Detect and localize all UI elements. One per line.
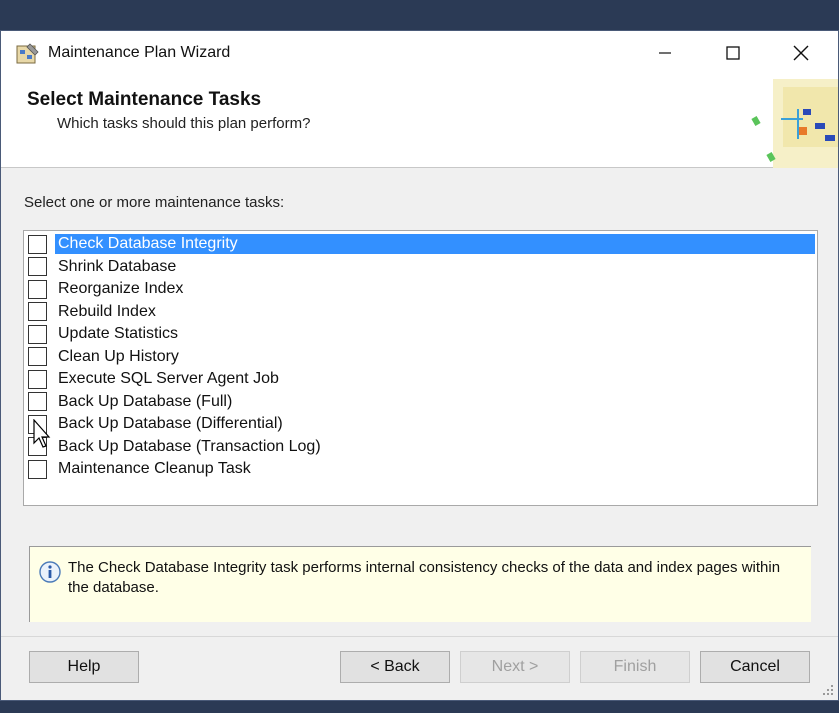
window-title: Maintenance Plan Wizard <box>48 44 231 61</box>
back-button[interactable]: < Back <box>340 651 450 683</box>
task-description: The Check Database Integrity task perfor… <box>68 559 781 596</box>
page-subtitle: Which tasks should this plan perform? <box>57 115 311 132</box>
task-label: Reorganize Index <box>58 280 184 297</box>
help-button[interactable]: Help <box>29 651 139 683</box>
minimize-button[interactable] <box>631 31 699 75</box>
mouse-pointer-icon <box>33 419 51 448</box>
task-checkbox[interactable] <box>28 369 47 389</box>
task-item-maintenance-cleanup[interactable]: Maintenance Cleanup Task <box>27 458 815 480</box>
task-checkbox[interactable] <box>28 257 47 276</box>
wizard-window: Maintenance Plan Wizard Select Maintenan… <box>0 30 839 701</box>
task-label: Clean Up History <box>58 347 179 365</box>
resize-grip-icon[interactable] <box>822 684 834 696</box>
wizard-header: Select Maintenance Tasks Which tasks sho… <box>1 75 838 168</box>
task-list-prompt: Select one or more maintenance tasks: <box>24 194 285 211</box>
task-checkbox[interactable] <box>28 279 47 299</box>
task-item-check-database-integrity[interactable]: Check Database Integrity <box>27 233 815 255</box>
maximize-icon <box>726 46 740 60</box>
task-item-rebuild-index[interactable]: Rebuild Index <box>27 301 815 323</box>
footer-divider <box>1 636 838 637</box>
task-item-backup-transaction-log[interactable]: Back Up Database (Transaction Log) <box>27 436 815 458</box>
task-item-shrink-database[interactable]: Shrink Database <box>27 256 815 278</box>
task-label: Back Up Database (Transaction Log) <box>58 437 321 455</box>
task-label: Check Database Integrity <box>55 234 815 254</box>
next-button[interactable]: Next > <box>460 651 570 683</box>
wizard-header-graphic <box>751 79 838 168</box>
task-checkbox[interactable] <box>28 347 47 366</box>
task-item-backup-differential[interactable]: Back Up Database (Differential) <box>27 413 815 435</box>
task-checkbox[interactable] <box>28 324 47 344</box>
task-label: Update Statistics <box>58 325 179 342</box>
task-label: Maintenance Cleanup Task <box>58 460 251 477</box>
title-bar[interactable]: Maintenance Plan Wizard <box>1 31 838 75</box>
cancel-button[interactable]: Cancel <box>700 651 810 683</box>
task-item-backup-full[interactable]: Back Up Database (Full) <box>27 391 815 413</box>
close-icon <box>793 45 809 61</box>
task-checkbox[interactable] <box>28 392 47 411</box>
close-button[interactable] <box>767 31 835 75</box>
task-description-panel: The Check Database Integrity task perfor… <box>29 546 811 622</box>
task-item-reorganize-index[interactable]: Reorganize Index <box>27 278 815 300</box>
task-item-update-statistics[interactable]: Update Statistics <box>27 323 815 345</box>
task-label: Rebuild Index <box>58 302 156 320</box>
maintenance-plan-icon <box>16 43 39 64</box>
info-icon <box>39 561 61 583</box>
task-label: Back Up Database (Differential) <box>58 415 283 432</box>
task-list[interactable]: Check Database Integrity Shrink Database… <box>23 230 818 506</box>
task-checkbox[interactable] <box>28 459 47 479</box>
task-label: Execute SQL Server Agent Job <box>58 370 279 387</box>
finish-button[interactable]: Finish <box>580 651 690 683</box>
task-label: Shrink Database <box>58 257 177 275</box>
task-label: Back Up Database (Full) <box>58 392 233 410</box>
task-item-execute-agent-job[interactable]: Execute SQL Server Agent Job <box>27 368 815 390</box>
task-item-clean-up-history[interactable]: Clean Up History <box>27 346 815 368</box>
task-checkbox[interactable] <box>28 234 47 254</box>
minimize-icon <box>659 52 671 54</box>
page-title: Select Maintenance Tasks <box>27 89 262 110</box>
maximize-button[interactable] <box>699 31 767 75</box>
task-checkbox[interactable] <box>28 302 47 321</box>
